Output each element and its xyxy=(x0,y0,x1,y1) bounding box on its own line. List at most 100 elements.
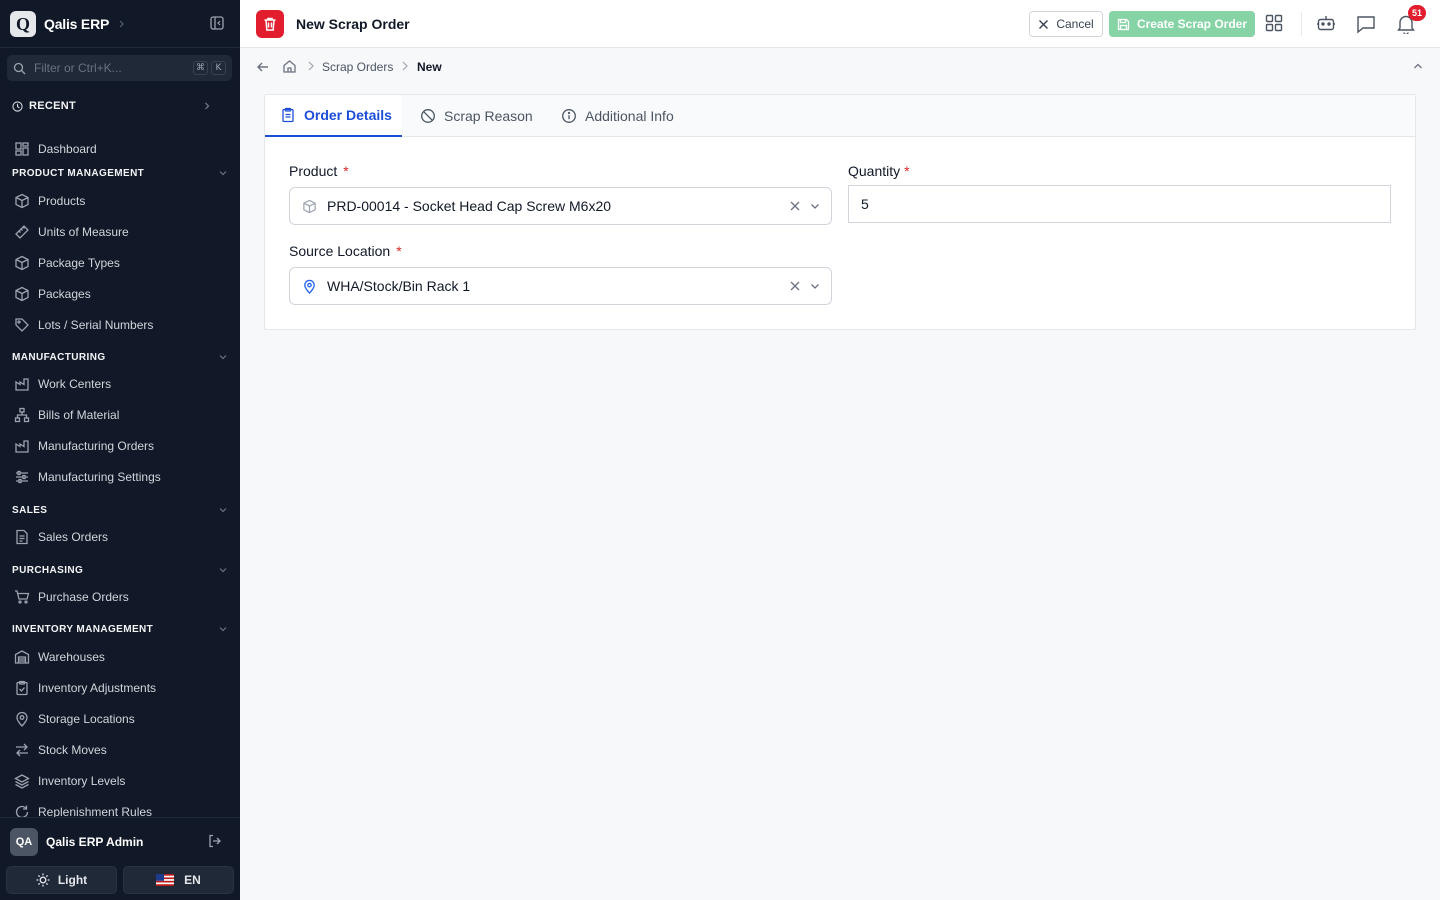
tab-scrap-reason[interactable]: Scrap Reason xyxy=(420,95,550,137)
back-arrow-icon[interactable] xyxy=(256,60,270,74)
tab-additional-info[interactable]: Additional Info xyxy=(561,95,691,137)
required-marker: * xyxy=(904,163,910,179)
top-bar: New Scrap Order Cancel Create Scrap Orde… xyxy=(240,0,1440,48)
breadcrumb-scrap-orders[interactable]: Scrap Orders xyxy=(322,60,393,74)
cart-icon xyxy=(14,589,30,605)
divider xyxy=(0,47,240,48)
brand[interactable]: Q Qalis ERP xyxy=(10,11,127,37)
section-manufacturing[interactable]: MANUFACTURING xyxy=(12,350,228,364)
sidebar-item-label: Lots / Serial Numbers xyxy=(38,318,154,332)
sidebar-item-products[interactable]: Products xyxy=(14,191,229,211)
cancel-button[interactable]: Cancel xyxy=(1029,11,1103,37)
clock-icon xyxy=(12,100,23,112)
create-label: Create Scrap Order xyxy=(1136,17,1248,31)
sidebar-item-label: Products xyxy=(38,194,86,208)
bot-icon[interactable] xyxy=(1316,14,1336,32)
sidebar-item-package-types[interactable]: Package Types xyxy=(14,253,229,273)
scrap-order-form: Order Details Scrap Reason Additional In… xyxy=(264,94,1416,330)
sidebar-item-stock-moves[interactable]: Stock Moves xyxy=(14,740,229,760)
cancel-label: Cancel xyxy=(1056,17,1094,31)
filter-placeholder: Filter or Ctrl+K... xyxy=(34,61,122,75)
chat-icon[interactable] xyxy=(1356,14,1376,34)
sliders-icon xyxy=(14,469,30,485)
tab-label: Scrap Reason xyxy=(444,108,533,124)
sidebar-item-label: Manufacturing Settings xyxy=(38,470,161,484)
tab-label: Additional Info xyxy=(585,108,674,124)
recent-label: RECENT xyxy=(29,100,77,112)
chevron-right-icon xyxy=(307,60,315,72)
section-inventory-management[interactable]: INVENTORY MANAGEMENT xyxy=(12,622,228,636)
clear-icon[interactable] xyxy=(789,200,801,212)
map-pin-icon xyxy=(14,711,30,727)
close-icon xyxy=(1038,19,1049,30)
sidebar-item-label: Dashboard xyxy=(38,142,97,156)
theme-toggle-button[interactable]: Light xyxy=(6,866,117,894)
box-icon xyxy=(14,286,30,302)
logout-icon[interactable] xyxy=(208,834,222,848)
section-product-management[interactable]: PRODUCT MANAGEMENT xyxy=(12,166,228,180)
chevron-down-icon xyxy=(218,352,228,362)
factory-icon xyxy=(14,438,30,454)
sidebar-item-warehouses[interactable]: Warehouses xyxy=(14,647,229,667)
app-logo: Q xyxy=(10,11,36,37)
recent-section[interactable]: RECENT xyxy=(12,98,212,114)
sidebar-item-label: Warehouses xyxy=(38,650,105,664)
chevron-up-icon[interactable] xyxy=(1412,60,1424,72)
box-icon xyxy=(14,193,30,209)
sidebar-item-storage-locations[interactable]: Storage Locations xyxy=(14,709,229,729)
chevron-down-icon xyxy=(218,565,228,575)
sidebar-item-units-of-measure[interactable]: Units of Measure xyxy=(14,222,229,242)
sidebar-item-dashboard[interactable]: Dashboard xyxy=(14,139,229,159)
source-location-value: WHA/Stock/Bin Rack 1 xyxy=(327,278,471,294)
clear-icon[interactable] xyxy=(789,280,801,292)
sidebar-item-sales-orders[interactable]: Sales Orders xyxy=(14,527,229,547)
sidebar-item-label: Packages xyxy=(38,287,91,301)
sidebar-item-label: Inventory Levels xyxy=(38,774,126,788)
us-flag-icon xyxy=(156,874,175,886)
page-title: New Scrap Order xyxy=(296,16,410,32)
create-scrap-order-button[interactable]: Create Scrap Order xyxy=(1109,11,1255,37)
sidebar-item-inventory-levels[interactable]: Inventory Levels xyxy=(14,771,229,791)
chevron-down-icon[interactable] xyxy=(809,280,821,292)
sidebar-item-work-centers[interactable]: Work Centers xyxy=(14,374,229,394)
user-name: Qalis ERP Admin xyxy=(46,835,144,849)
search-icon xyxy=(13,62,26,75)
tab-label: Order Details xyxy=(304,107,392,123)
sidebar-item-bills-of-material[interactable]: Bills of Material xyxy=(14,405,229,425)
sidebar-item-label: Work Centers xyxy=(38,377,112,391)
avatar: QA xyxy=(10,828,38,856)
sidebar-item-lots-serial-numbers[interactable]: Lots / Serial Numbers xyxy=(14,315,229,335)
language-button[interactable]: EN xyxy=(123,866,234,894)
source-location-select[interactable]: WHA/Stock/Bin Rack 1 xyxy=(289,267,832,305)
section-sales[interactable]: SALES xyxy=(12,503,228,517)
chevron-down-icon[interactable] xyxy=(809,200,821,212)
tab-order-details[interactable]: Order Details xyxy=(265,95,402,137)
sidebar-collapse-icon[interactable] xyxy=(210,16,224,30)
sidebar-item-label: Bills of Material xyxy=(38,408,120,422)
chevron-down-icon xyxy=(218,505,228,515)
sidebar-item-manufacturing-orders[interactable]: Manufacturing Orders xyxy=(14,436,229,456)
quantity-field[interactable]: 5 xyxy=(848,185,1391,223)
sidebar-item-inventory-adjustments[interactable]: Inventory Adjustments xyxy=(14,678,229,698)
sun-icon xyxy=(36,873,50,887)
sidebar-filter-input[interactable]: Filter or Ctrl+K... ⌘ K xyxy=(7,55,232,81)
notification-badge: 51 xyxy=(1408,5,1426,21)
apps-grid-icon[interactable] xyxy=(1265,14,1283,32)
factory-icon xyxy=(14,376,30,392)
arrows-swap-icon xyxy=(14,742,30,758)
section-title: PURCHASING xyxy=(12,564,84,576)
ban-icon xyxy=(420,108,436,124)
box-icon xyxy=(302,199,317,214)
sidebar-item-label: Manufacturing Orders xyxy=(38,439,155,453)
section-purchasing[interactable]: PURCHASING xyxy=(12,563,228,577)
sidebar-item-purchase-orders[interactable]: Purchase Orders xyxy=(14,587,229,607)
user-profile[interactable]: QA Qalis ERP Admin xyxy=(10,828,143,856)
home-icon[interactable] xyxy=(282,59,297,74)
chevron-down-icon xyxy=(218,168,228,178)
section-title: SALES xyxy=(12,504,48,516)
document-icon xyxy=(14,529,30,545)
sidebar-item-manufacturing-settings[interactable]: Manufacturing Settings xyxy=(14,467,229,487)
sidebar-item-packages[interactable]: Packages xyxy=(14,284,229,304)
product-value: PRD-00014 - Socket Head Cap Screw M6x20 xyxy=(327,198,612,214)
product-select[interactable]: PRD-00014 - Socket Head Cap Screw M6x20 xyxy=(289,187,832,225)
